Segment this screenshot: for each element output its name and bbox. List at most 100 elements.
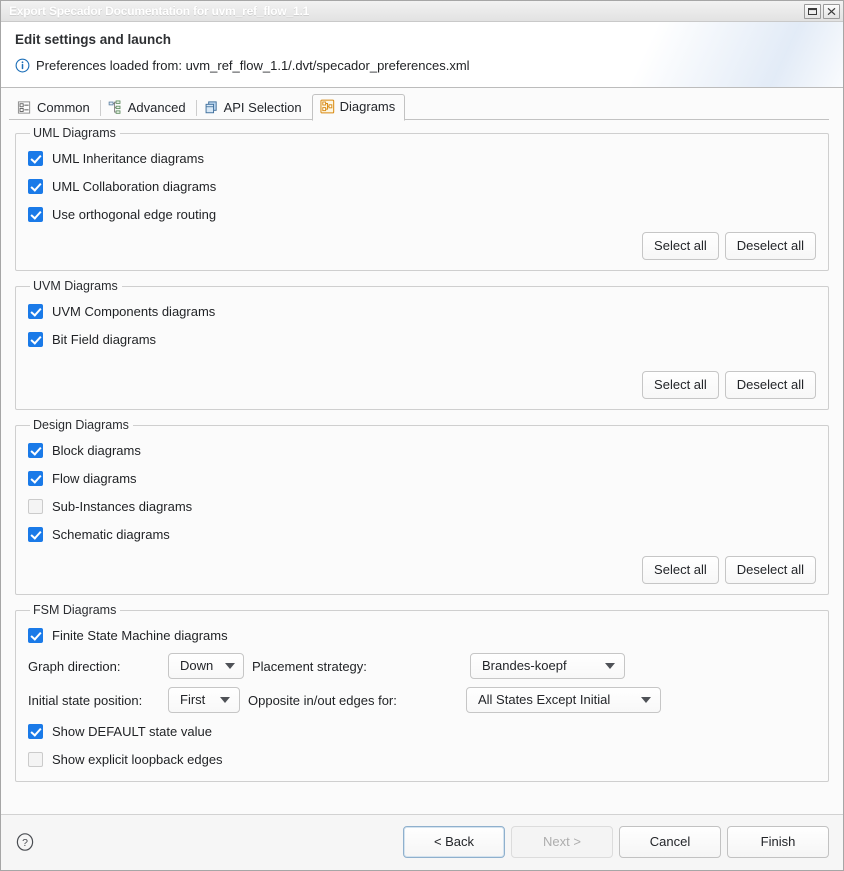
- checkbox-orthogonal-routing-box[interactable]: [28, 207, 43, 222]
- opposite-edges-label: Opposite in/out edges for:: [240, 693, 466, 708]
- checkbox-show-explicit-loopback-edges[interactable]: Show explicit loopback edges: [28, 745, 816, 773]
- group-fsm-legend: FSM Diagrams: [30, 603, 120, 617]
- checkbox-block-diagrams-box[interactable]: [28, 443, 43, 458]
- chevron-down-icon: [641, 697, 651, 703]
- tab-advanced-label: Advanced: [128, 100, 186, 115]
- checkbox-schematic-diagrams[interactable]: Schematic diagrams: [28, 520, 816, 548]
- placement-strategy-value: Brandes-koepf: [482, 658, 567, 673]
- page-title: Edit settings and launch: [15, 32, 829, 47]
- placement-strategy-select[interactable]: Brandes-koepf: [470, 653, 625, 679]
- opposite-edges-select[interactable]: All States Except Initial: [466, 687, 661, 713]
- group-uvm-diagrams: UVM Diagrams UVM Components diagrams Bit…: [15, 279, 829, 410]
- group-design-diagrams: Design Diagrams Block diagrams Flow diag…: [15, 418, 829, 595]
- checkbox-block-diagrams-label: Block diagrams: [52, 443, 141, 458]
- placement-strategy-label: Placement strategy:: [244, 659, 470, 674]
- tab-advanced[interactable]: Advanced: [100, 95, 196, 120]
- maximize-button[interactable]: [804, 4, 821, 19]
- opposite-edges-value: All States Except Initial: [478, 692, 610, 707]
- design-deselect-all-button[interactable]: Deselect all: [725, 556, 816, 584]
- tab-api-selection[interactable]: API Selection: [196, 95, 312, 120]
- tab-bar: Common Advanced: [1, 88, 843, 120]
- checkbox-show-explicit-loopback-edges-box[interactable]: [28, 752, 43, 767]
- checkbox-uvm-components-box[interactable]: [28, 304, 43, 319]
- checkbox-sub-instances-diagrams-label: Sub-Instances diagrams: [52, 499, 192, 514]
- dialog-header: Edit settings and launch Preferences loa…: [1, 22, 843, 88]
- checkbox-show-default-state-value[interactable]: Show DEFAULT state value: [28, 717, 816, 745]
- checkbox-bit-field-box[interactable]: [28, 332, 43, 347]
- advanced-tab-icon: [108, 100, 123, 115]
- group-fsm-diagrams: FSM Diagrams Finite State Machine diagra…: [15, 603, 829, 782]
- dialog-window: Export Specador Documentation for uvm_re…: [0, 0, 844, 871]
- checkbox-uml-inheritance-label: UML Inheritance diagrams: [52, 151, 204, 166]
- group-uml-diagrams: UML Diagrams UML Inheritance diagrams UM…: [15, 126, 829, 271]
- uml-group-buttons: Select all Deselect all: [28, 232, 816, 260]
- checkbox-bit-field[interactable]: Bit Field diagrams: [28, 325, 816, 353]
- svg-text:?: ?: [22, 837, 28, 849]
- window-controls: [804, 4, 840, 19]
- api-selection-tab-icon: [204, 100, 219, 115]
- back-button[interactable]: < Back: [403, 826, 505, 858]
- graph-direction-select[interactable]: Down: [168, 653, 244, 679]
- dialog-footer: ? < Back Next > Cancel Finish: [1, 814, 843, 870]
- tab-common-label: Common: [37, 100, 90, 115]
- diagrams-panel: UML Diagrams UML Inheritance diagrams UM…: [1, 120, 843, 814]
- tab-diagrams-label: Diagrams: [340, 99, 396, 114]
- fsm-row-initial-state: Initial state position: First Opposite i…: [28, 683, 816, 717]
- checkbox-flow-diagrams[interactable]: Flow diagrams: [28, 464, 816, 492]
- initial-state-position-label: Initial state position:: [28, 693, 168, 708]
- close-button[interactable]: [823, 4, 840, 19]
- fsm-row-graph-direction: Graph direction: Down Placement strategy…: [28, 649, 816, 683]
- checkbox-uml-inheritance-box[interactable]: [28, 151, 43, 166]
- checkbox-uvm-components[interactable]: UVM Components diagrams: [28, 297, 816, 325]
- checkbox-finite-state-machine-box[interactable]: [28, 628, 43, 643]
- graph-direction-value: Down: [180, 658, 213, 673]
- checkbox-finite-state-machine-label: Finite State Machine diagrams: [52, 628, 228, 643]
- checkbox-show-default-state-value-label: Show DEFAULT state value: [52, 724, 212, 739]
- checkbox-schematic-diagrams-box[interactable]: [28, 527, 43, 542]
- uvm-deselect-all-button[interactable]: Deselect all: [725, 371, 816, 399]
- design-select-all-button[interactable]: Select all: [642, 556, 719, 584]
- tab-common[interactable]: Common: [9, 95, 100, 120]
- next-button: Next >: [511, 826, 613, 858]
- checkbox-uml-inheritance[interactable]: UML Inheritance diagrams: [28, 144, 816, 172]
- wizard-buttons: < Back Next > Cancel Finish: [403, 826, 829, 858]
- checkbox-uml-collaboration-box[interactable]: [28, 179, 43, 194]
- info-icon: [15, 58, 30, 73]
- diagrams-tab-icon: [320, 99, 335, 114]
- window-title: Export Specador Documentation for uvm_re…: [9, 4, 804, 18]
- preferences-message-text: Preferences loaded from: uvm_ref_flow_1.…: [36, 58, 470, 73]
- finish-button[interactable]: Finish: [727, 826, 829, 858]
- graph-direction-label: Graph direction:: [28, 659, 168, 674]
- checkbox-uvm-components-label: UVM Components diagrams: [52, 304, 215, 319]
- checkbox-sub-instances-diagrams[interactable]: Sub-Instances diagrams: [28, 492, 816, 520]
- checkbox-flow-diagrams-label: Flow diagrams: [52, 471, 137, 486]
- uml-select-all-button[interactable]: Select all: [642, 232, 719, 260]
- initial-state-position-select[interactable]: First: [168, 687, 240, 713]
- checkbox-schematic-diagrams-label: Schematic diagrams: [52, 527, 170, 542]
- cancel-button[interactable]: Cancel: [619, 826, 721, 858]
- checkbox-show-explicit-loopback-edges-label: Show explicit loopback edges: [52, 752, 223, 767]
- checkbox-uml-collaboration[interactable]: UML Collaboration diagrams: [28, 172, 816, 200]
- checkbox-orthogonal-routing[interactable]: Use orthogonal edge routing: [28, 200, 816, 228]
- checkbox-orthogonal-routing-label: Use orthogonal edge routing: [52, 207, 216, 222]
- checkbox-finite-state-machine[interactable]: Finite State Machine diagrams: [28, 621, 816, 649]
- uvm-group-buttons: Select all Deselect all: [28, 371, 816, 399]
- group-design-legend: Design Diagrams: [30, 418, 133, 432]
- checkbox-show-default-state-value-box[interactable]: [28, 724, 43, 739]
- checkbox-block-diagrams[interactable]: Block diagrams: [28, 436, 816, 464]
- help-icon[interactable]: ?: [15, 832, 35, 852]
- group-uvm-legend: UVM Diagrams: [30, 279, 122, 293]
- chevron-down-icon: [605, 663, 615, 669]
- title-bar: Export Specador Documentation for uvm_re…: [1, 1, 843, 22]
- initial-state-position-value: First: [180, 692, 205, 707]
- checkbox-flow-diagrams-box[interactable]: [28, 471, 43, 486]
- design-group-buttons: Select all Deselect all: [28, 556, 816, 584]
- preferences-message: Preferences loaded from: uvm_ref_flow_1.…: [15, 58, 829, 73]
- tab-diagrams[interactable]: Diagrams: [312, 94, 406, 121]
- group-uml-legend: UML Diagrams: [30, 126, 120, 140]
- checkbox-uml-collaboration-label: UML Collaboration diagrams: [52, 179, 216, 194]
- checkbox-sub-instances-diagrams-box[interactable]: [28, 499, 43, 514]
- tab-api-selection-label: API Selection: [224, 100, 302, 115]
- uml-deselect-all-button[interactable]: Deselect all: [725, 232, 816, 260]
- uvm-select-all-button[interactable]: Select all: [642, 371, 719, 399]
